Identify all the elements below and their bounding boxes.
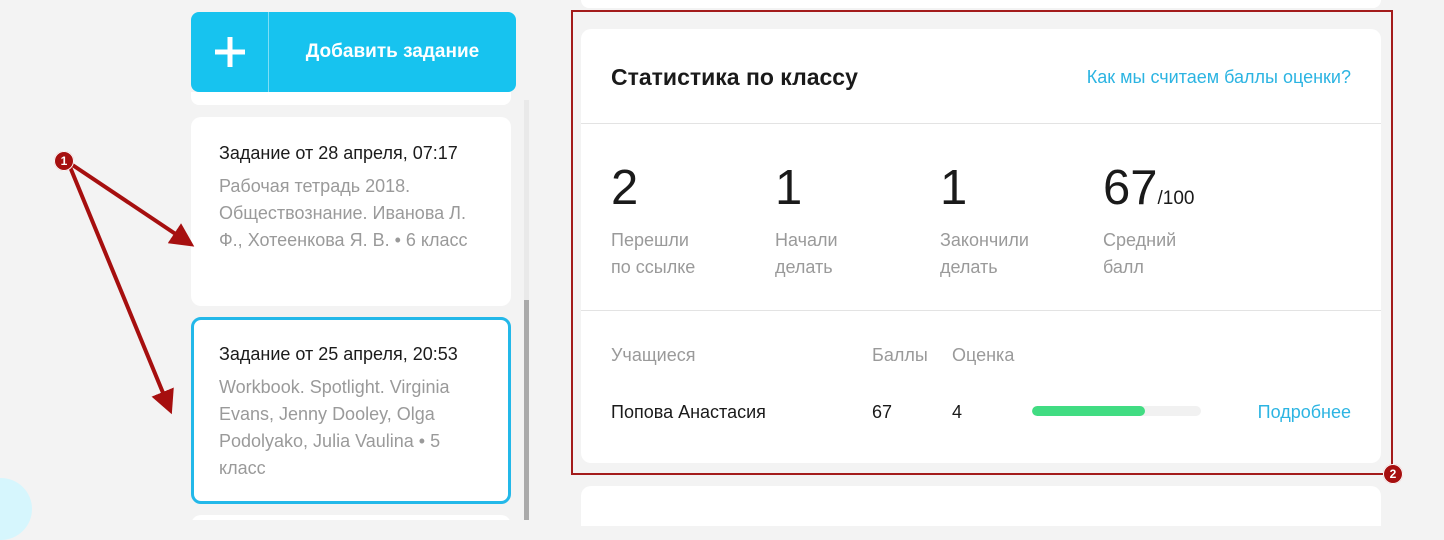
annotation-marker-1: 1	[54, 151, 74, 171]
annotation-marker-2: 2	[1383, 464, 1403, 484]
annotation-arrow	[66, 161, 174, 415]
annotation-arrows	[66, 160, 195, 415]
